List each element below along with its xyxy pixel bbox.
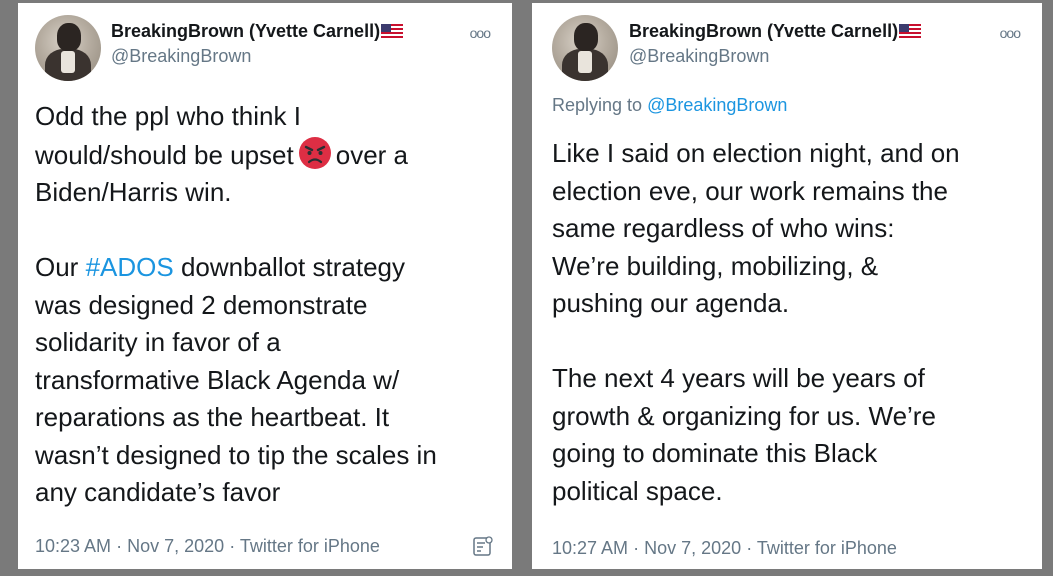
avatar[interactable] (552, 15, 618, 81)
mention-link[interactable]: @BreakingBrown (647, 95, 787, 115)
tweet-date[interactable]: Nov 7, 2020 (127, 536, 224, 556)
tweet-time[interactable]: 10:27 AM (552, 538, 628, 558)
meta-separator: · (116, 536, 123, 556)
hashtag-link[interactable]: #ADOS (86, 252, 174, 282)
tweet-meta: 10:23 AM · Nov 7, 2020 · Twitter for iPh… (35, 536, 380, 557)
tweet-card-right: BreakingBrown (Yvette Carnell) @Breaking… (532, 3, 1042, 569)
us-flag-icon (381, 24, 404, 38)
us-flag-icon (899, 24, 922, 38)
tweet-card-left: BreakingBrown (Yvette Carnell) @Breaking… (18, 3, 512, 569)
tweet-text: Like I said on election night, and on el… (552, 138, 960, 506)
display-name[interactable]: BreakingBrown (Yvette Carnell) (629, 21, 922, 42)
tweet-meta: 10:27 AM · Nov 7, 2020 · Twitter for iPh… (552, 538, 897, 559)
tweet-source[interactable]: Twitter for iPhone (757, 538, 897, 558)
display-name-text[interactable]: BreakingBrown (Yvette Carnell) (111, 21, 380, 41)
display-name-text[interactable]: BreakingBrown (Yvette Carnell) (629, 21, 898, 41)
replying-to: Replying to @BreakingBrown (552, 95, 787, 116)
tweet-text-part-3: downballot strategy was designed 2 demon… (35, 252, 437, 507)
tweet-source[interactable]: Twitter for iPhone (240, 536, 380, 556)
more-options-icon[interactable]: ooo (1000, 25, 1021, 41)
meta-separator: · (746, 538, 753, 558)
meta-separator: · (633, 538, 640, 558)
meta-separator: · (229, 536, 236, 556)
tweet-text-part-1: Odd the ppl who think I would/should be … (35, 101, 301, 170)
user-handle[interactable]: @BreakingBrown (629, 46, 769, 67)
replying-to-label: Replying to (552, 95, 643, 115)
avatar[interactable] (35, 15, 101, 81)
more-options-icon[interactable]: ooo (470, 25, 491, 41)
tweet-time[interactable]: 10:23 AM (35, 536, 111, 556)
display-name[interactable]: BreakingBrown (Yvette Carnell) (111, 21, 404, 42)
tweet-text: Odd the ppl who think I would/should be … (35, 98, 505, 512)
user-handle[interactable]: @BreakingBrown (111, 46, 251, 67)
analytics-icon[interactable] (472, 535, 494, 557)
angry-face-icon (298, 136, 331, 169)
tweet-date[interactable]: Nov 7, 2020 (644, 538, 741, 558)
